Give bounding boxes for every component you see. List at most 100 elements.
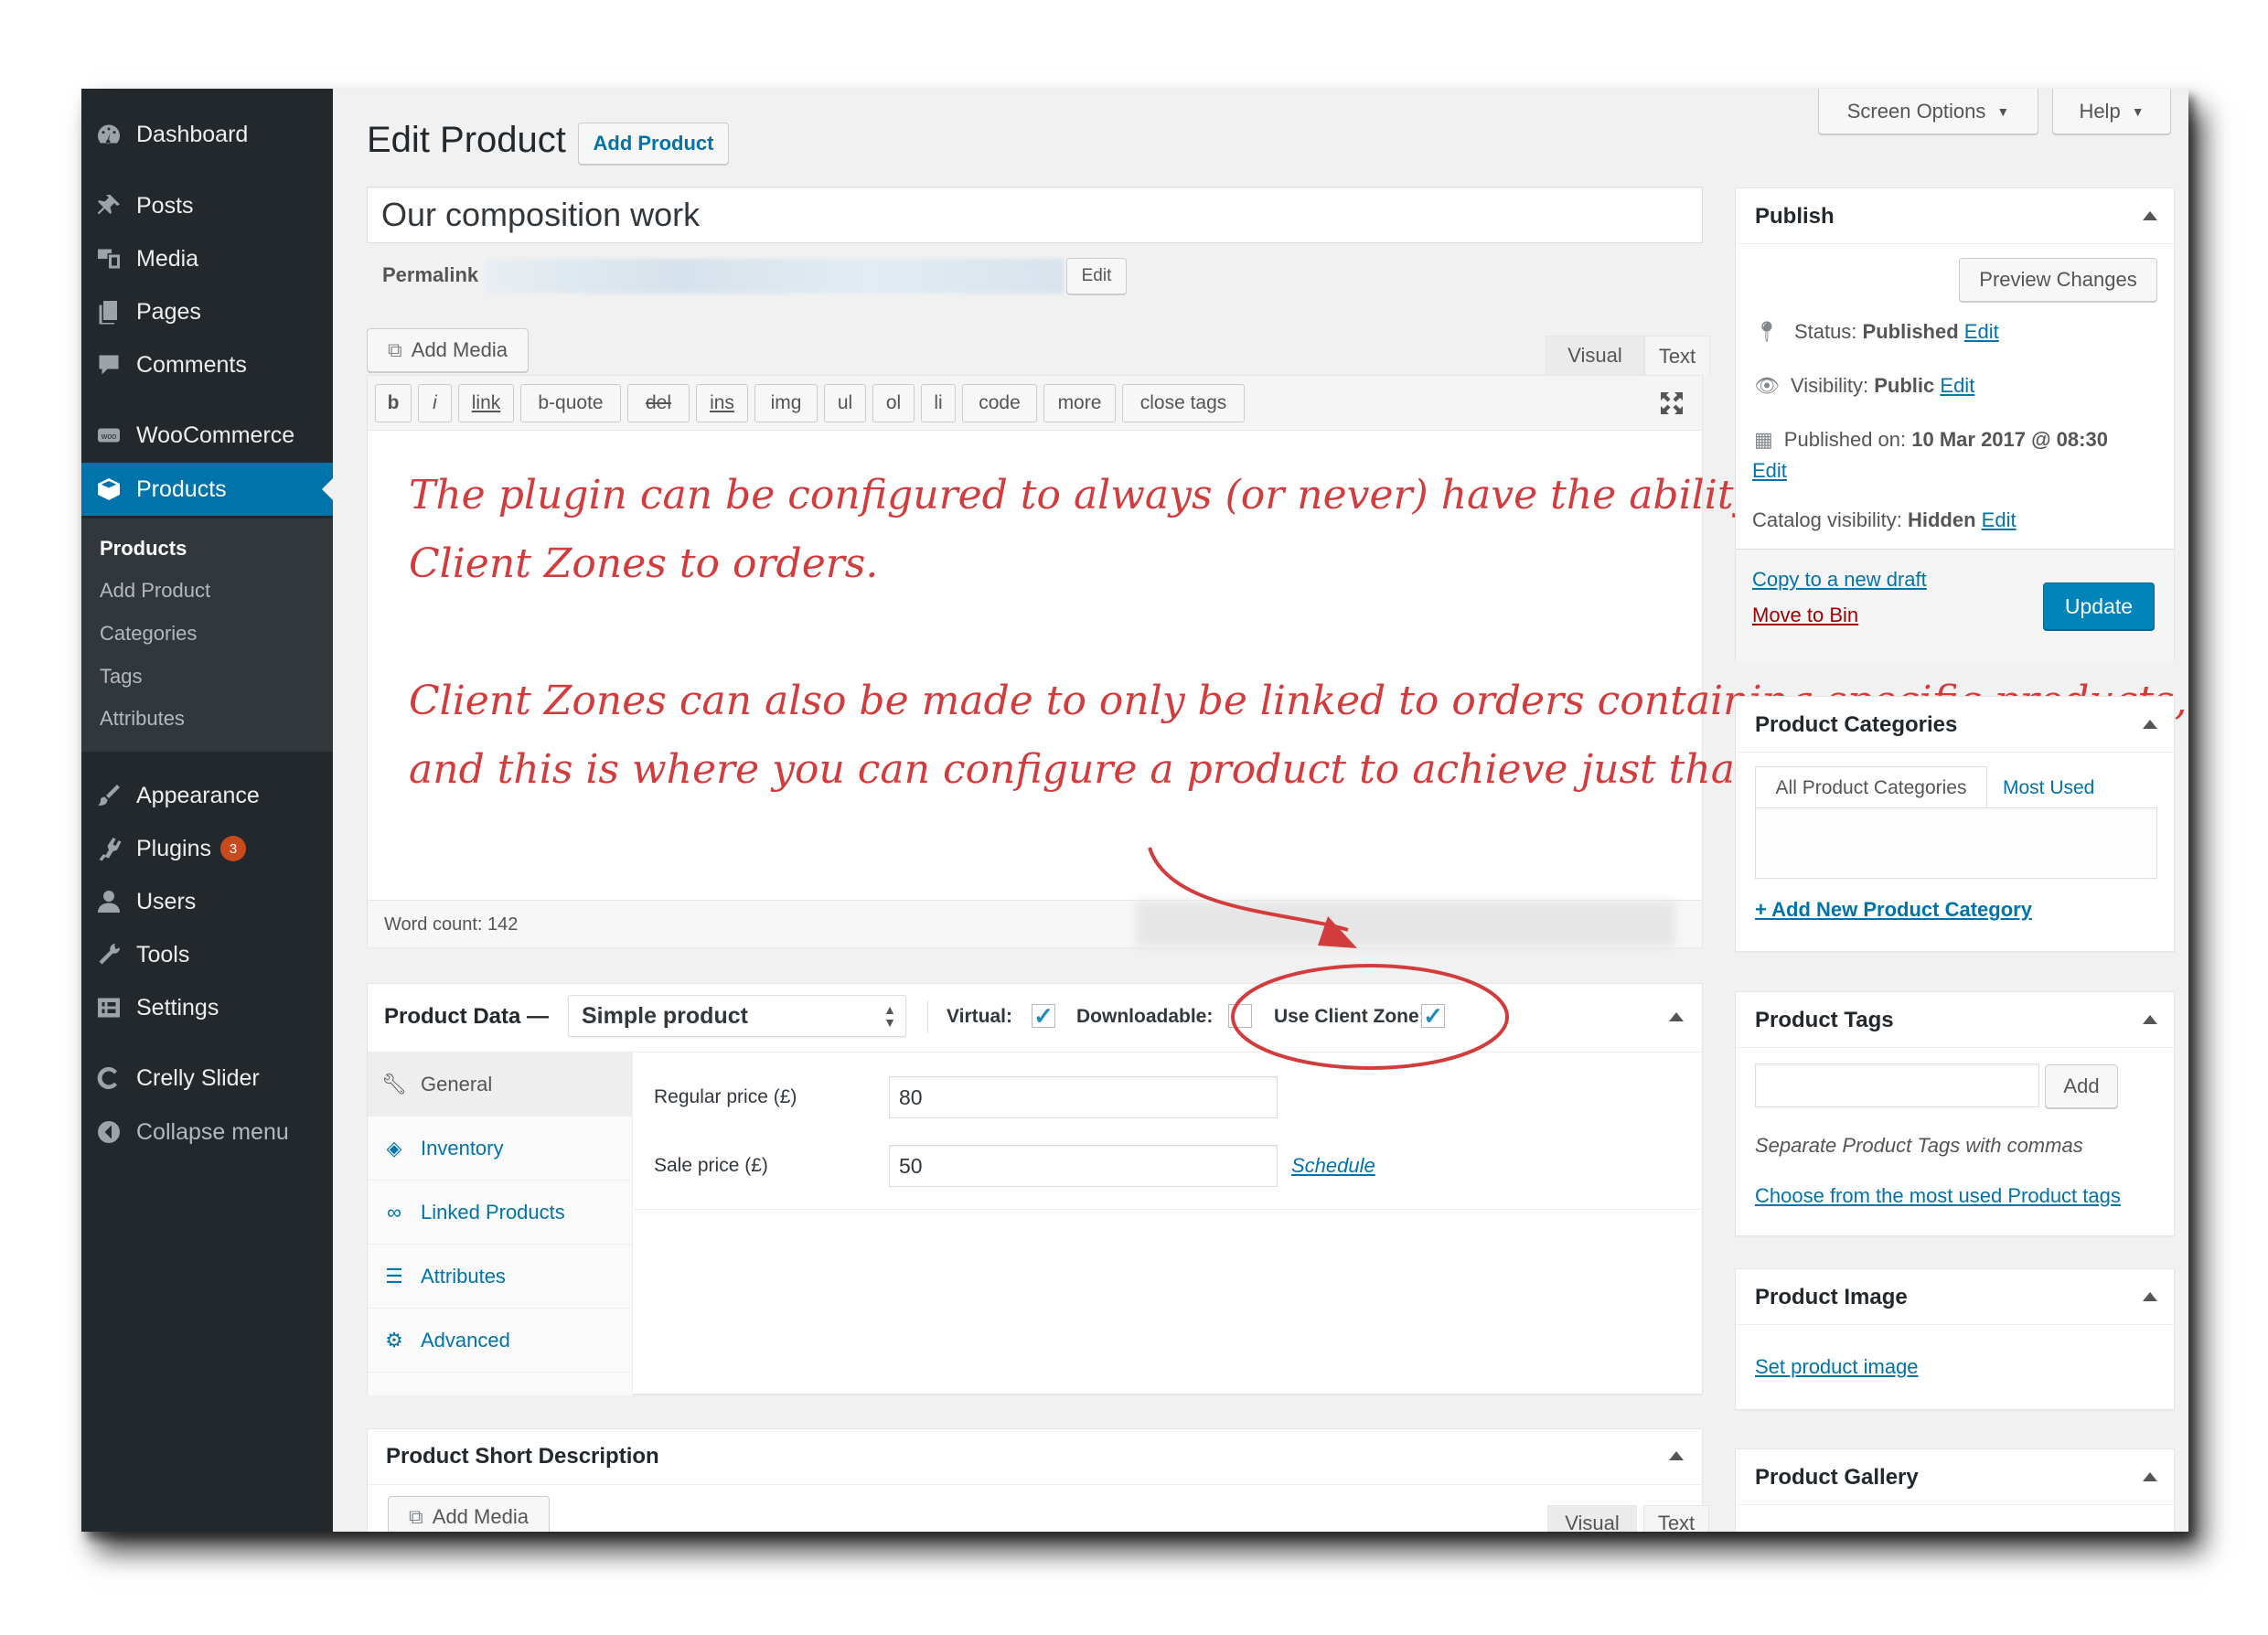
- sidebar-item-media[interactable]: Media: [81, 232, 333, 285]
- sidebar-item-settings[interactable]: Settings: [81, 981, 333, 1034]
- product-type-select[interactable]: Simple product ▲ ▼: [568, 995, 906, 1037]
- product-data-metabox: Product Data — Simple product ▲ ▼ Virtual…: [367, 983, 1703, 1395]
- choose-most-used-tags-link[interactable]: Choose from the most used Product tags: [1755, 1184, 2121, 1208]
- sidebar-item-posts[interactable]: Posts: [81, 179, 333, 232]
- submenu-item-attributes[interactable]: Attributes: [100, 707, 185, 731]
- sidebar-item-comments[interactable]: Comments: [81, 338, 333, 391]
- help-button[interactable]: Help ▼: [2052, 89, 2171, 134]
- product-gallery-metabox: Product Gallery: [1735, 1448, 2175, 1532]
- tab-visual[interactable]: Visual: [1546, 336, 1644, 375]
- category-checklist[interactable]: [1755, 807, 2157, 879]
- sidebar-item-label: Tools: [136, 941, 190, 967]
- collapse-toggle-icon[interactable]: [1669, 1012, 1684, 1021]
- wrench-icon: 🔧︎: [381, 1072, 407, 1095]
- short-desc-tab-visual[interactable]: Visual: [1547, 1505, 1637, 1532]
- qt-link-button[interactable]: link: [458, 384, 514, 422]
- check-icon: ✓: [1033, 1001, 1054, 1030]
- tab-all-categories[interactable]: All Product Categories: [1755, 766, 1987, 808]
- permalink-label: Permalink: [382, 263, 479, 286]
- publish-actions: Copy to a new draft Move to Bin Update: [1736, 549, 2174, 662]
- submenu-item-products[interactable]: Products: [100, 537, 187, 561]
- qt-ins-button[interactable]: ins: [696, 384, 748, 422]
- submenu-item-tags[interactable]: Tags: [100, 665, 142, 689]
- copy-to-draft-link[interactable]: Copy to a new draft: [1752, 568, 1927, 592]
- new-tag-input[interactable]: [1755, 1063, 2039, 1107]
- qt-close-tags-button[interactable]: close tags: [1122, 384, 1245, 422]
- sidebar-item-label: Posts: [136, 192, 194, 219]
- tab-general[interactable]: 🔧︎ General: [368, 1053, 633, 1117]
- qt-ol-button[interactable]: ol: [872, 384, 915, 422]
- add-tag-button[interactable]: Add: [2045, 1064, 2118, 1108]
- permalink-url-blurred[interactable]: [485, 259, 1064, 294]
- sidebar-item-label: Appearance: [136, 782, 260, 808]
- catalog-edit-link[interactable]: Edit: [1982, 508, 2017, 531]
- tab-inventory[interactable]: ◈ Inventory: [368, 1117, 633, 1181]
- comments-icon: [81, 351, 136, 379]
- add-product-button[interactable]: Add Product: [578, 123, 729, 165]
- sidebar-item-pages[interactable]: Pages: [81, 285, 333, 338]
- tab-most-used[interactable]: Most Used: [2003, 777, 2094, 799]
- qt-bold-button[interactable]: b: [375, 384, 412, 422]
- sidebar-item-products[interactable]: Products: [81, 463, 333, 516]
- visibility-edit-link[interactable]: Edit: [1940, 374, 1974, 397]
- permalink-edit-button[interactable]: Edit: [1066, 258, 1127, 294]
- post-title-input[interactable]: Our composition work: [367, 187, 1703, 243]
- published-edit-link[interactable]: Edit: [1752, 459, 1787, 483]
- downloadable-checkbox[interactable]: [1228, 1004, 1252, 1028]
- sidebar-item-tools[interactable]: Tools: [81, 928, 333, 981]
- short-desc-add-media-button[interactable]: ⧉ Add Media: [388, 1496, 550, 1532]
- fullscreen-icon[interactable]: [1658, 390, 1685, 417]
- collapse-toggle-icon[interactable]: [2143, 1015, 2157, 1024]
- add-new-category-link[interactable]: + Add New Product Category: [1755, 898, 2032, 922]
- sale-price-input[interactable]: 50: [889, 1145, 1278, 1187]
- virtual-checkbox[interactable]: ✓: [1032, 1001, 1055, 1030]
- use-client-zone-checkbox[interactable]: ✓: [1421, 1002, 1445, 1030]
- sidebar-item-crelly-slider[interactable]: Crelly Slider: [81, 1052, 333, 1105]
- update-button[interactable]: Update: [2043, 582, 2155, 630]
- collapse-menu-button[interactable]: Collapse menu: [81, 1106, 333, 1159]
- screen-options-button[interactable]: Screen Options ▼: [1818, 89, 2038, 134]
- publish-metabox: Publish Preview Changes 📍︎ Status: Publis…: [1735, 187, 2175, 662]
- regular-price-input[interactable]: 80: [889, 1076, 1278, 1118]
- sidebar-item-woocommerce[interactable]: woo WooCommerce: [81, 409, 333, 462]
- qt-code-button[interactable]: code: [962, 384, 1037, 422]
- collapse-toggle-icon[interactable]: [2143, 1472, 2157, 1481]
- tab-text[interactable]: Text: [1644, 336, 1710, 376]
- users-icon: [81, 888, 136, 915]
- submenu-item-categories[interactable]: Categories: [100, 622, 197, 646]
- schedule-link[interactable]: Schedule: [1291, 1154, 1375, 1178]
- collapse-toggle-icon[interactable]: [2143, 1292, 2157, 1301]
- move-to-bin-link[interactable]: Move to Bin: [1752, 604, 1858, 627]
- status-edit-link[interactable]: Edit: [1964, 320, 1999, 343]
- editor-textarea[interactable]: The plugin can be configured to always (…: [368, 431, 2188, 899]
- sidebar-item-appearance[interactable]: Appearance: [81, 769, 333, 822]
- short-desc-tab-text[interactable]: Text: [1643, 1505, 1709, 1532]
- collapse-toggle-icon[interactable]: [1669, 1451, 1684, 1460]
- preview-changes-button[interactable]: Preview Changes: [1959, 258, 2157, 302]
- products-icon: [81, 476, 136, 503]
- add-media-button[interactable]: ⧉ Add Media: [367, 328, 529, 372]
- set-product-image-link[interactable]: Set product image: [1755, 1355, 1919, 1379]
- submenu-item-add-product[interactable]: Add Product: [100, 579, 210, 603]
- qt-del-button[interactable]: del: [627, 384, 690, 422]
- qt-img-button[interactable]: img: [754, 384, 818, 422]
- app-window: Dashboard Posts Media Pages Comments woo…: [81, 89, 2188, 1532]
- qt-italic-button[interactable]: i: [418, 384, 452, 422]
- qt-ul-button[interactable]: ul: [824, 384, 866, 422]
- product-categories-title: Product Categories: [1755, 712, 1958, 737]
- tab-advanced[interactable]: ⚙ Advanced: [368, 1309, 633, 1373]
- qt-more-button[interactable]: more: [1043, 384, 1116, 422]
- sidebar-item-plugins[interactable]: Plugins 3: [81, 822, 333, 875]
- media-icon: ⧉: [409, 1505, 423, 1528]
- tab-linked-products[interactable]: ∞ Linked Products: [368, 1181, 633, 1245]
- svg-text:woo: woo: [101, 432, 117, 441]
- qt-li-button[interactable]: li: [921, 384, 956, 422]
- sidebar-item-label: Comments: [136, 351, 247, 378]
- short-description-title: Product Short Description: [386, 1444, 659, 1469]
- qt-bquote-button[interactable]: b-quote: [520, 384, 621, 422]
- sidebar-item-users[interactable]: Users: [81, 875, 333, 928]
- collapse-toggle-icon[interactable]: [2143, 211, 2157, 220]
- sidebar-item-dashboard[interactable]: Dashboard: [81, 108, 333, 161]
- tab-attributes[interactable]: ☰ Attributes: [368, 1245, 633, 1309]
- collapse-toggle-icon[interactable]: [2143, 720, 2157, 729]
